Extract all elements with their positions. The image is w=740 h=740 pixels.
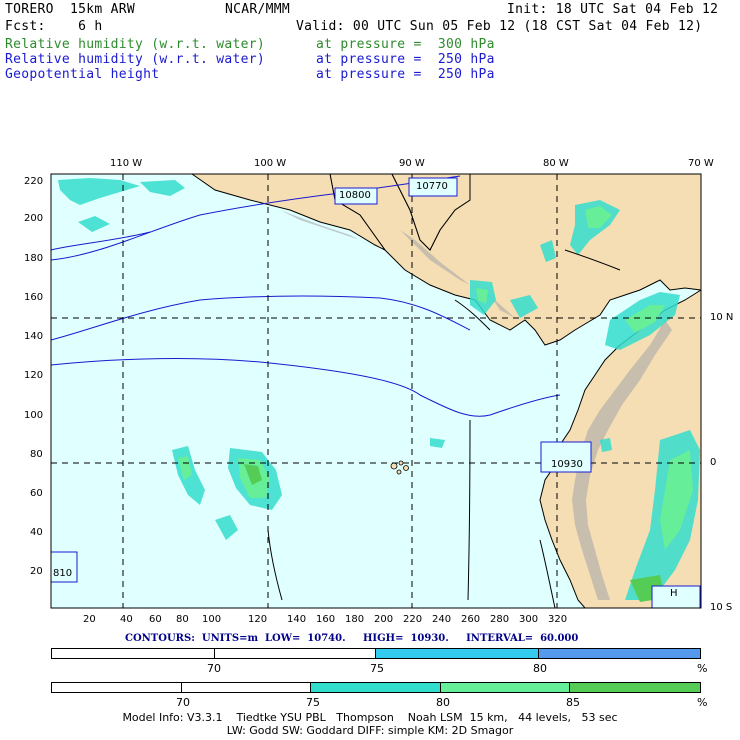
x-tick: 100 [202,614,222,625]
y-tick: 120 [24,370,44,381]
legend-seg [52,683,182,692]
lat-label-10n: 10 N [710,312,734,323]
legend-seg [311,683,441,692]
contour-label-810: 810 [53,568,73,579]
legend-2-tick: 70 [176,696,190,709]
legend-seg [538,649,700,658]
high-marker: H [670,588,678,599]
contour-label-10770: 10770 [416,181,448,192]
legend-1-tick: % [697,662,708,675]
lon-label-100w: 100 W [254,158,287,169]
y-tick: 100 [24,410,44,421]
lon-label-70w: 70 W [688,158,714,169]
legend-bar-250hpa [51,648,701,659]
x-tick: 40 [120,614,133,625]
legend-seg [570,683,700,692]
y-tick: 20 [30,566,43,577]
legend-bar-300hpa [51,682,701,693]
x-tick: 180 [345,614,365,625]
lon-label-110w: 110 W [110,158,143,169]
x-tick: 20 [83,614,96,625]
y-tick: 60 [30,488,43,499]
x-tick: 240 [432,614,452,625]
x-tick: 120 [248,614,268,625]
y-tick: 80 [30,449,43,460]
x-tick: 260 [461,614,481,625]
x-tick: 320 [548,614,568,625]
x-tick: 200 [374,614,394,625]
legend-seg [440,683,571,692]
x-tick: 280 [490,614,510,625]
contours-info: CONTOURS: UNITS=m LOW= 10740. HIGH= 1093… [125,633,579,644]
y-tick: 160 [24,292,44,303]
lat-label-10s: 10 S [710,602,733,613]
x-tick: 160 [316,614,336,625]
y-tick: 220 [24,176,44,187]
lat-label-0: 0 [710,457,717,468]
legend-2-tick: 75 [306,696,320,709]
weather-map [50,173,702,609]
y-tick: 40 [30,527,43,538]
physics-info-line: LW: Godd SW: Goddard DIFF: simple KM: 2D… [226,724,514,737]
legend-seg [376,649,539,658]
legend-2-tick: 85 [566,696,580,709]
legend-1-tick: 75 [370,662,384,675]
model-info-line: Model Info: V3.3.1 Tiedtke YSU PBL Thomp… [122,711,618,724]
x-tick: 300 [519,614,539,625]
x-tick: 60 [149,614,162,625]
contour-label-10800: 10800 [339,190,371,201]
lon-label-80w: 80 W [543,158,569,169]
y-tick: 180 [24,253,44,264]
lon-label-90w: 90 W [399,158,425,169]
legend-2-tick: % [697,696,708,709]
legend-1-tick: 80 [533,662,547,675]
legend-2-tick: 80 [436,696,450,709]
legend-seg [214,649,376,658]
legend-seg [181,683,312,692]
x-tick: 220 [403,614,423,625]
contour-label-10930: 10930 [551,459,583,470]
legend-seg [52,649,215,658]
y-tick: 140 [24,331,44,342]
x-tick: 140 [287,614,307,625]
y-tick: 200 [24,213,44,224]
legend-1-tick: 70 [207,662,221,675]
x-tick: 80 [176,614,189,625]
